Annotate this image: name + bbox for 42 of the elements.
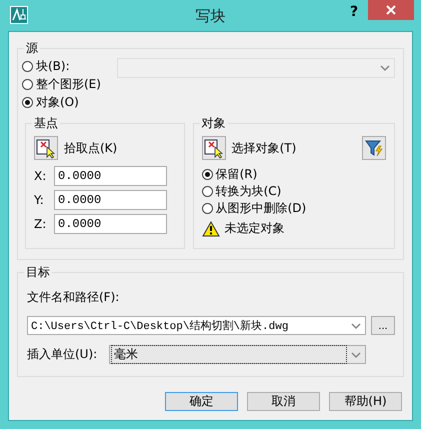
group-label: 源	[24, 40, 40, 56]
help-button[interactable]: ?	[340, 2, 368, 22]
radio-option[interactable]: 保留(R)	[202, 166, 386, 183]
caret-icon	[350, 350, 362, 360]
coordinate-label: X:	[34, 169, 48, 183]
funnel-lightning-icon	[364, 138, 384, 158]
units-label: 插入单位(U):	[27, 346, 98, 363]
pick-point-button[interactable]	[34, 136, 58, 160]
radio-option[interactable]: 对象(O)	[22, 93, 117, 111]
close-icon	[386, 5, 396, 15]
file-path-combo[interactable]: C:\Users\Ctrl-C\Desktop\结构切割\新块.dwg	[27, 316, 366, 335]
coordinate-label: Z:	[34, 217, 48, 231]
file-path-label: 文件名和路径(F):	[27, 289, 120, 306]
coordinate-field[interactable]: 0.0000	[54, 190, 167, 210]
dialog-button[interactable]: 帮助(H)	[329, 392, 402, 411]
group-label: 基点	[32, 115, 60, 131]
coordinate-label: Y:	[34, 193, 45, 207]
dialog-button[interactable]: 确定	[165, 392, 238, 411]
radio-option[interactable]: 整个图形(E)	[22, 75, 117, 93]
radio-option[interactable]: 块(B):	[22, 57, 117, 75]
close-button[interactable]	[368, 0, 414, 20]
select-objects-label: 选择对象(T)	[232, 140, 298, 156]
group-label: 目标	[24, 264, 52, 280]
coordinate-field[interactable]: 0.0000	[54, 166, 167, 186]
units-dropdown[interactable]: 毫米	[109, 345, 366, 364]
coordinate-field[interactable]: 0.0000	[54, 214, 167, 234]
caret-icon	[379, 63, 391, 73]
cursor-select-icon	[36, 138, 56, 158]
radio-option[interactable]: 转换为块(C)	[202, 183, 386, 200]
filter-button[interactable]	[362, 136, 386, 160]
select-objects-button[interactable]	[202, 136, 226, 160]
cursor-select-icon	[204, 138, 224, 158]
pick-point-label: 拾取点(K)	[64, 140, 118, 156]
radio-option[interactable]: 从图形中删除(D)	[202, 200, 386, 217]
dialog-button[interactable]: 取消	[247, 392, 320, 411]
warning-icon	[202, 220, 220, 236]
caret-icon	[350, 320, 362, 330]
window-title: 写块	[196, 7, 226, 26]
app-icon	[10, 6, 28, 24]
browse-button[interactable]: ...	[371, 316, 395, 335]
warning-text: 未选定对象	[224, 220, 285, 237]
group-label: 对象	[200, 115, 228, 131]
